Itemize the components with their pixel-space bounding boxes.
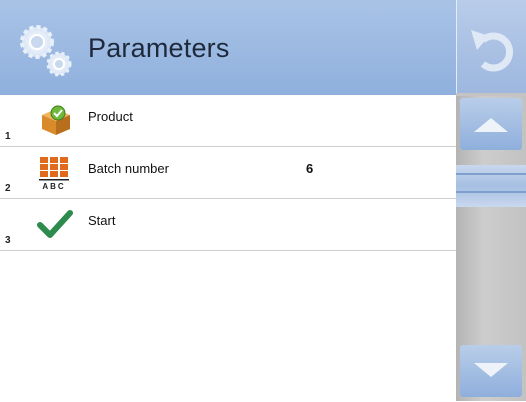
scroll-down-button[interactable] bbox=[460, 345, 522, 397]
item-number: 3 bbox=[5, 235, 11, 246]
list-item-start[interactable]: 3 Start bbox=[0, 199, 456, 251]
batch-number-icon: ABC bbox=[39, 156, 69, 191]
item-label: Product bbox=[88, 109, 133, 124]
gears-icon bbox=[20, 25, 72, 77]
list-item-batch-number[interactable]: 2 ABC Batch number 6 bbox=[0, 147, 456, 199]
right-sidebar bbox=[456, 0, 526, 401]
scroll-up-icon bbox=[474, 118, 508, 132]
item-label: Batch number bbox=[88, 161, 169, 176]
item-number: 1 bbox=[5, 131, 11, 142]
batch-icon-caption: ABC bbox=[42, 182, 65, 191]
item-value: 6 bbox=[306, 161, 314, 176]
checkmark-icon bbox=[37, 210, 73, 238]
header-bar: Parameters bbox=[0, 0, 456, 95]
parameters-list: 1 Product 2 ABC Batch number 6 3 Start bbox=[0, 95, 456, 251]
item-number: 2 bbox=[5, 183, 11, 194]
scroll-up-button[interactable] bbox=[460, 98, 522, 150]
scroll-down-icon bbox=[474, 363, 508, 377]
product-box-icon bbox=[42, 105, 70, 135]
undo-arrow-icon bbox=[471, 30, 514, 72]
page-title: Parameters bbox=[88, 33, 230, 63]
list-item-product[interactable]: 1 Product bbox=[0, 95, 456, 147]
item-label: Start bbox=[88, 213, 116, 228]
back-button[interactable] bbox=[456, 0, 526, 93]
scrollbar-thumb[interactable] bbox=[456, 165, 526, 207]
